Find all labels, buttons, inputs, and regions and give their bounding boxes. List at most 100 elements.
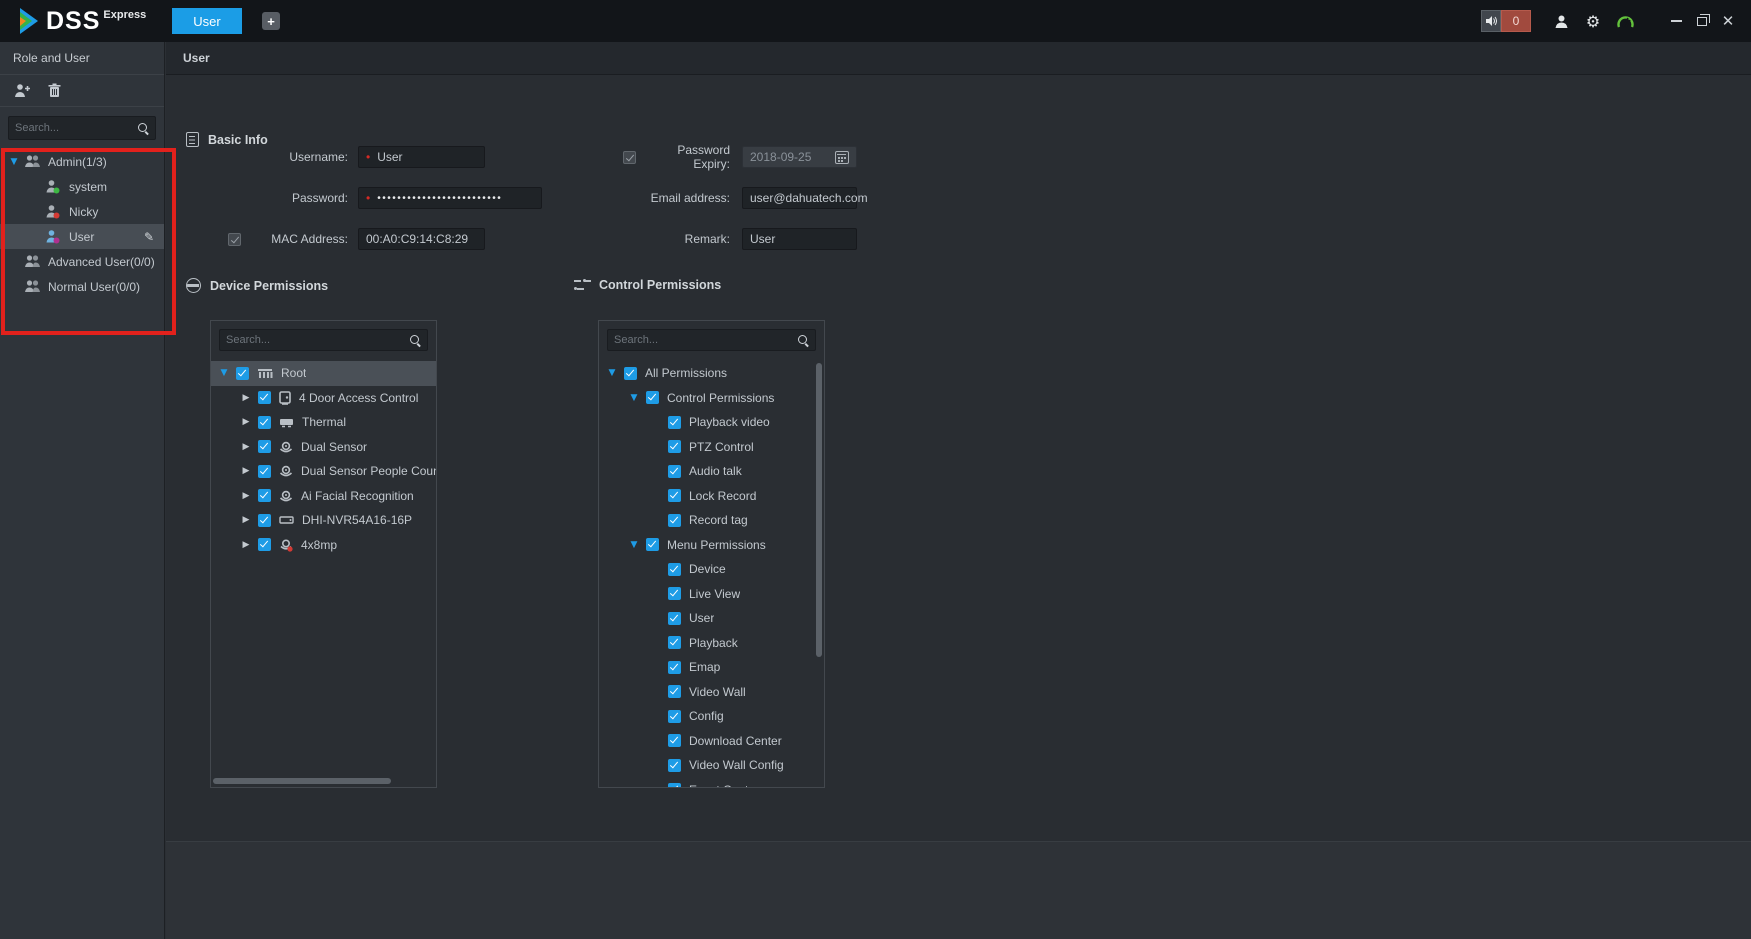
chevron-right-icon[interactable]: ▶ xyxy=(240,442,252,452)
control-tree-row[interactable]: User xyxy=(599,606,824,631)
device-tree-row[interactable]: ▶ 4 Door Access Control xyxy=(211,386,436,411)
checkbox-checked[interactable] xyxy=(668,465,681,478)
checkbox-checked[interactable] xyxy=(646,538,659,551)
chevron-right-icon[interactable]: ▶ xyxy=(240,417,252,427)
chevron-down-icon[interactable]: ▼ xyxy=(628,540,640,550)
search-icon[interactable] xyxy=(137,122,149,134)
add-tab-button[interactable]: + xyxy=(262,12,280,30)
control-tree-row[interactable]: ▼ Menu Permissions xyxy=(599,533,824,558)
mac-address-field[interactable]: 00:A0:C9:14:C8:29 xyxy=(358,228,485,250)
checkbox-checked[interactable] xyxy=(668,685,681,698)
chevron-down-icon[interactable]: ▼ xyxy=(8,157,20,167)
checkbox-checked[interactable] xyxy=(258,440,271,453)
search-icon[interactable] xyxy=(797,334,809,346)
tree-item-system[interactable]: system xyxy=(0,174,164,199)
checkbox-checked[interactable] xyxy=(258,489,271,502)
calendar-icon[interactable] xyxy=(835,151,849,164)
control-tree-row[interactable]: ▼ Control Permissions xyxy=(599,386,824,411)
horizontal-scrollbar[interactable] xyxy=(213,778,391,784)
chevron-down-icon[interactable]: ▼ xyxy=(218,368,230,378)
checkbox-checked[interactable] xyxy=(668,661,681,674)
mac-address-checkbox[interactable] xyxy=(228,233,241,246)
control-tree-row[interactable]: Event Center xyxy=(599,778,824,789)
remark-field[interactable]: User xyxy=(742,228,857,250)
checkbox-checked[interactable] xyxy=(258,391,271,404)
checkbox-checked[interactable] xyxy=(668,759,681,772)
control-tree-row[interactable]: Playback video xyxy=(599,410,824,435)
system-health-button[interactable] xyxy=(1613,9,1637,33)
checkbox-checked[interactable] xyxy=(258,416,271,429)
control-tree-row[interactable]: Audio talk xyxy=(599,459,824,484)
user-account-button[interactable] xyxy=(1549,9,1573,33)
password-field[interactable]: • ••••••••••••••••••••••••• xyxy=(358,187,542,209)
control-tree-row[interactable]: Playback xyxy=(599,631,824,656)
control-tree-row[interactable]: Lock Record xyxy=(599,484,824,509)
device-tree-row[interactable]: ▶ DHI-NVR54A16-16P xyxy=(211,508,436,533)
control-tree-row[interactable]: Emap xyxy=(599,655,824,680)
password-expiry-field[interactable]: 2018-09-25 xyxy=(742,146,857,168)
username-field[interactable]: • User xyxy=(358,146,485,168)
close-button[interactable]: ✕ xyxy=(1715,8,1741,34)
checkbox-checked[interactable] xyxy=(668,489,681,502)
checkbox-checked[interactable] xyxy=(258,538,271,551)
chevron-right-icon[interactable]: ▶ xyxy=(240,393,252,403)
checkbox-checked[interactable] xyxy=(258,514,271,527)
tree-item-normal-user[interactable]: Normal User(0/0) xyxy=(0,274,164,299)
search-icon[interactable] xyxy=(409,334,421,346)
tree-item-nicky[interactable]: Nicky xyxy=(0,199,164,224)
control-tree-row[interactable]: Video Wall Config xyxy=(599,753,824,778)
checkbox-checked[interactable] xyxy=(668,783,681,788)
control-search-input[interactable] xyxy=(614,334,797,346)
speaker-icon[interactable] xyxy=(1481,10,1501,32)
device-tree-row[interactable]: ▶ 4x8mp xyxy=(211,533,436,558)
checkbox-checked[interactable] xyxy=(668,612,681,625)
checkbox-checked[interactable] xyxy=(646,391,659,404)
tree-item-advanced-user[interactable]: Advanced User(0/0) xyxy=(0,249,164,274)
checkbox-checked[interactable] xyxy=(668,563,681,576)
tree-item-admin[interactable]: ▼ Admin(1/3) xyxy=(0,149,164,174)
control-tree-row[interactable]: Video Wall xyxy=(599,680,824,705)
chevron-down-icon[interactable]: ▼ xyxy=(628,393,640,403)
device-search-input[interactable] xyxy=(226,334,409,346)
sidebar-search-input[interactable] xyxy=(15,122,137,134)
checkbox-checked[interactable] xyxy=(668,587,681,600)
restore-button[interactable] xyxy=(1689,8,1715,34)
tab-user[interactable]: User xyxy=(172,8,242,34)
sidebar-search[interactable] xyxy=(8,116,156,140)
settings-button[interactable]: ⚙ xyxy=(1581,9,1605,33)
control-tree-row[interactable]: Config xyxy=(599,704,824,729)
control-tree-row[interactable]: Live View xyxy=(599,582,824,607)
add-user-button[interactable] xyxy=(13,82,31,100)
control-tree-row[interactable]: ▼ All Permissions xyxy=(599,361,824,386)
checkbox-checked[interactable] xyxy=(236,367,249,380)
checkbox-checked[interactable] xyxy=(668,440,681,453)
chevron-right-icon[interactable]: ▶ xyxy=(240,515,252,525)
chevron-right-icon[interactable]: ▶ xyxy=(240,540,252,550)
control-tree-row[interactable]: Record tag xyxy=(599,508,824,533)
device-tree-row[interactable]: ▶ Thermal xyxy=(211,410,436,435)
control-tree-row[interactable]: Download Center xyxy=(599,729,824,754)
chevron-right-icon[interactable]: ▶ xyxy=(240,466,252,476)
email-field[interactable]: user@dahuatech.com xyxy=(742,187,857,209)
device-tree-row-root[interactable]: ▼ Root xyxy=(211,361,436,386)
vertical-scrollbar[interactable] xyxy=(816,363,822,657)
delete-user-button[interactable] xyxy=(45,82,63,100)
device-tree-row[interactable]: ▶ Dual Sensor People Countin xyxy=(211,459,436,484)
checkbox-checked[interactable] xyxy=(668,514,681,527)
control-search[interactable] xyxy=(607,329,816,351)
checkbox-checked[interactable] xyxy=(668,416,681,429)
checkbox-checked[interactable] xyxy=(258,465,271,478)
password-expiry-checkbox[interactable] xyxy=(623,151,636,164)
checkbox-checked[interactable] xyxy=(668,710,681,723)
chevron-down-icon[interactable]: ▼ xyxy=(606,368,618,378)
tree-item-user-selected[interactable]: User ✎ xyxy=(0,224,164,249)
device-search[interactable] xyxy=(219,329,428,351)
chevron-right-icon[interactable]: ▶ xyxy=(240,491,252,501)
minimize-button[interactable] xyxy=(1663,8,1689,34)
checkbox-checked[interactable] xyxy=(668,636,681,649)
device-tree-row[interactable]: ▶ Dual Sensor xyxy=(211,435,436,460)
control-tree-row[interactable]: Device xyxy=(599,557,824,582)
edit-pencil-icon[interactable]: ✎ xyxy=(144,230,154,244)
control-tree-row[interactable]: PTZ Control xyxy=(599,435,824,460)
checkbox-checked[interactable] xyxy=(668,734,681,747)
